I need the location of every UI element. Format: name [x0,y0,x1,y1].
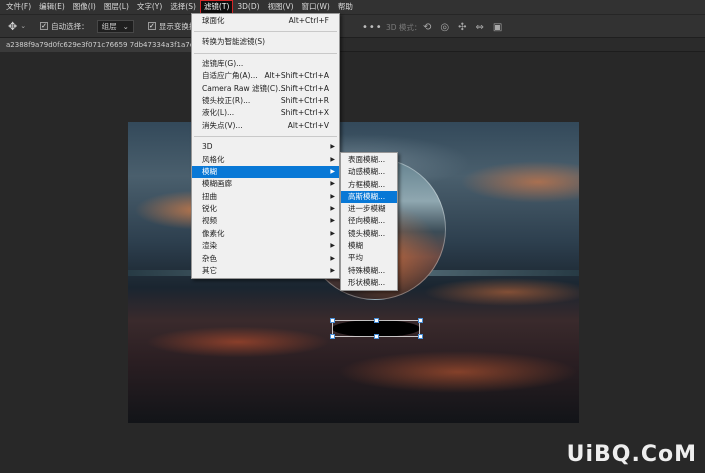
chevron-down-icon: ⌄ [122,21,129,31]
menu-item-adaptive-wide-angle[interactable]: 自适应广角(A)... Alt+Shift+Ctrl+A [192,70,339,82]
submenu-arrow-icon: ▶ [330,242,335,250]
menu-file[interactable]: 文件(F) [2,0,35,14]
menu-item-blur[interactable]: 模糊 ▶ [192,165,339,179]
menu-item-render[interactable]: 渲染 ▶ [192,240,339,252]
submenu-arrow-icon: ▶ [330,167,335,175]
transform-handle[interactable] [374,334,379,339]
menu-separator [194,52,337,54]
submenu-arrow-icon: ▶ [330,229,335,237]
document-tabs: a2388f9a79d0fc629e3f071c76659 7db47334a3… [0,38,705,52]
menu-edit[interactable]: 编辑(E) [35,0,69,14]
submenu-item-radial-blur[interactable]: 径向模糊... [341,215,397,227]
submenu-arrow-icon: ▶ [330,143,335,151]
submenu-arrow-icon: ▶ [330,155,335,163]
menu-layer[interactable]: 图层(L) [100,0,133,14]
menu-item-3d[interactable]: 3D ▶ [192,141,339,153]
menu-item-liquify[interactable]: 液化(L)... Shift+Ctrl+X [192,107,339,119]
submenu-item-average[interactable]: 平均 [341,252,397,264]
chevron-down-icon[interactable]: ⌄ [20,22,26,30]
menu-item-vanishing-point[interactable]: 消失点(V)... Alt+Ctrl+V [192,120,339,132]
menu-separator [194,31,337,33]
menubar: 文件(F) 编辑(E) 图像(I) 图层(L) 文字(Y) 选择(S) 滤镜(T… [0,0,705,14]
auto-select-dropdown[interactable]: 组层 ⌄ [96,19,134,33]
menu-filter[interactable]: 滤镜(T) [199,0,234,14]
submenu-item-surface-blur[interactable]: 表面模糊... [341,154,397,166]
menu-separator [194,136,337,138]
auto-select-checkbox[interactable]: ✓ [40,22,49,30]
menu-item-stylize[interactable]: 风格化 ▶ [192,154,339,166]
scale-icon[interactable]: ▣ [493,22,502,33]
menu-help[interactable]: 帮助 [334,0,357,14]
submenu-item-lens-blur[interactable]: 镜头模糊... [341,228,397,240]
menu-type[interactable]: 文字(Y) [133,0,166,14]
menu-item-noise[interactable]: 杂色 ▶ [192,253,339,265]
menu-item-sharpen[interactable]: 锐化 ▶ [192,203,339,215]
slide-icon[interactable]: ⇔ [476,22,484,33]
submenu-item-blur[interactable]: 模糊 [341,240,397,252]
menu-view[interactable]: 视图(V) [264,0,298,14]
submenu-arrow-icon: ▶ [330,180,335,188]
submenu-arrow-icon: ▶ [330,267,335,275]
submenu-arrow-icon: ▶ [330,217,335,225]
menu-select[interactable]: 选择(S) [166,0,200,14]
blur-submenu: 表面模糊... 动感模糊... 方框模糊... 高斯模糊... 进一步模糊 径向… [340,152,398,292]
3d-tools: ⟲ ◎ ✣ ⇔ ▣ [423,15,502,39]
move-tool-icon[interactable]: ✥ [8,20,17,33]
submenu-item-blur-more[interactable]: 进一步模糊 [341,203,397,215]
mode-3d-label: 3D 模式： [386,22,422,32]
submenu-item-shape-blur[interactable]: 形状模糊... [341,277,397,289]
submenu-item-gaussian-blur[interactable]: 高斯模糊... [341,190,397,204]
submenu-arrow-icon: ▶ [330,205,335,213]
menu-3d[interactable]: 3D(D) [233,0,263,14]
menu-item-camera-raw[interactable]: Camera Raw 滤镜(C)... Shift+Ctrl+A [192,83,339,95]
menu-item-video[interactable]: 视频 ▶ [192,215,339,227]
menu-item-distort[interactable]: 扭曲 ▶ [192,191,339,203]
menu-item-smart-filter[interactable]: 转换为智能滤镜(S) [192,36,339,48]
menu-image[interactable]: 图像(I) [69,0,100,14]
auto-select-label: 自动选择： [51,21,89,31]
transform-handle[interactable] [330,334,335,339]
orbit-icon[interactable]: ⟲ [423,22,431,33]
submenu-arrow-icon: ▶ [330,254,335,262]
submenu-arrow-icon: ▶ [330,192,335,200]
transform-handle[interactable] [418,318,423,323]
submenu-item-box-blur[interactable]: 方框模糊... [341,179,397,191]
filter-menu: 球面化 Alt+Ctrl+F 转换为智能滤镜(S) 滤镜库(G)... 自适应广角… [191,13,340,280]
options-bar: ✥ ⌄ ✓ 自动选择： 组层 ⌄ ✓ 显示变换控件 ••• 3D 模式： ⟲ ◎… [0,14,705,38]
auto-select-value: 组层 [101,21,117,31]
transform-handle[interactable] [330,318,335,323]
transform-handle[interactable] [374,318,379,323]
menu-item-other[interactable]: 其它 ▶ [192,265,339,277]
submenu-item-motion-blur[interactable]: 动感模糊... [341,166,397,178]
menu-item-lens-correction[interactable]: 镜头校正(R)... Shift+Ctrl+R [192,95,339,107]
menu-window[interactable]: 窗口(W) [298,0,334,14]
transform-handle[interactable] [418,334,423,339]
menu-item-blur-gallery[interactable]: 模糊画廊 ▶ [192,178,339,190]
roll-icon[interactable]: ◎ [440,22,449,33]
menu-item-pixelate[interactable]: 像素化 ▶ [192,228,339,240]
submenu-item-smart-blur[interactable]: 特殊模糊... [341,265,397,277]
pan-icon[interactable]: ✣ [458,22,466,33]
more-options-button[interactable]: ••• [362,15,383,39]
show-transform-checkbox[interactable]: ✓ [147,22,156,30]
watermark-logo: UiBQ.CoM [566,442,697,467]
menu-item-spherize[interactable]: 球面化 Alt+Ctrl+F [192,15,339,27]
menu-item-filter-gallery[interactable]: 滤镜库(G)... [192,58,339,70]
